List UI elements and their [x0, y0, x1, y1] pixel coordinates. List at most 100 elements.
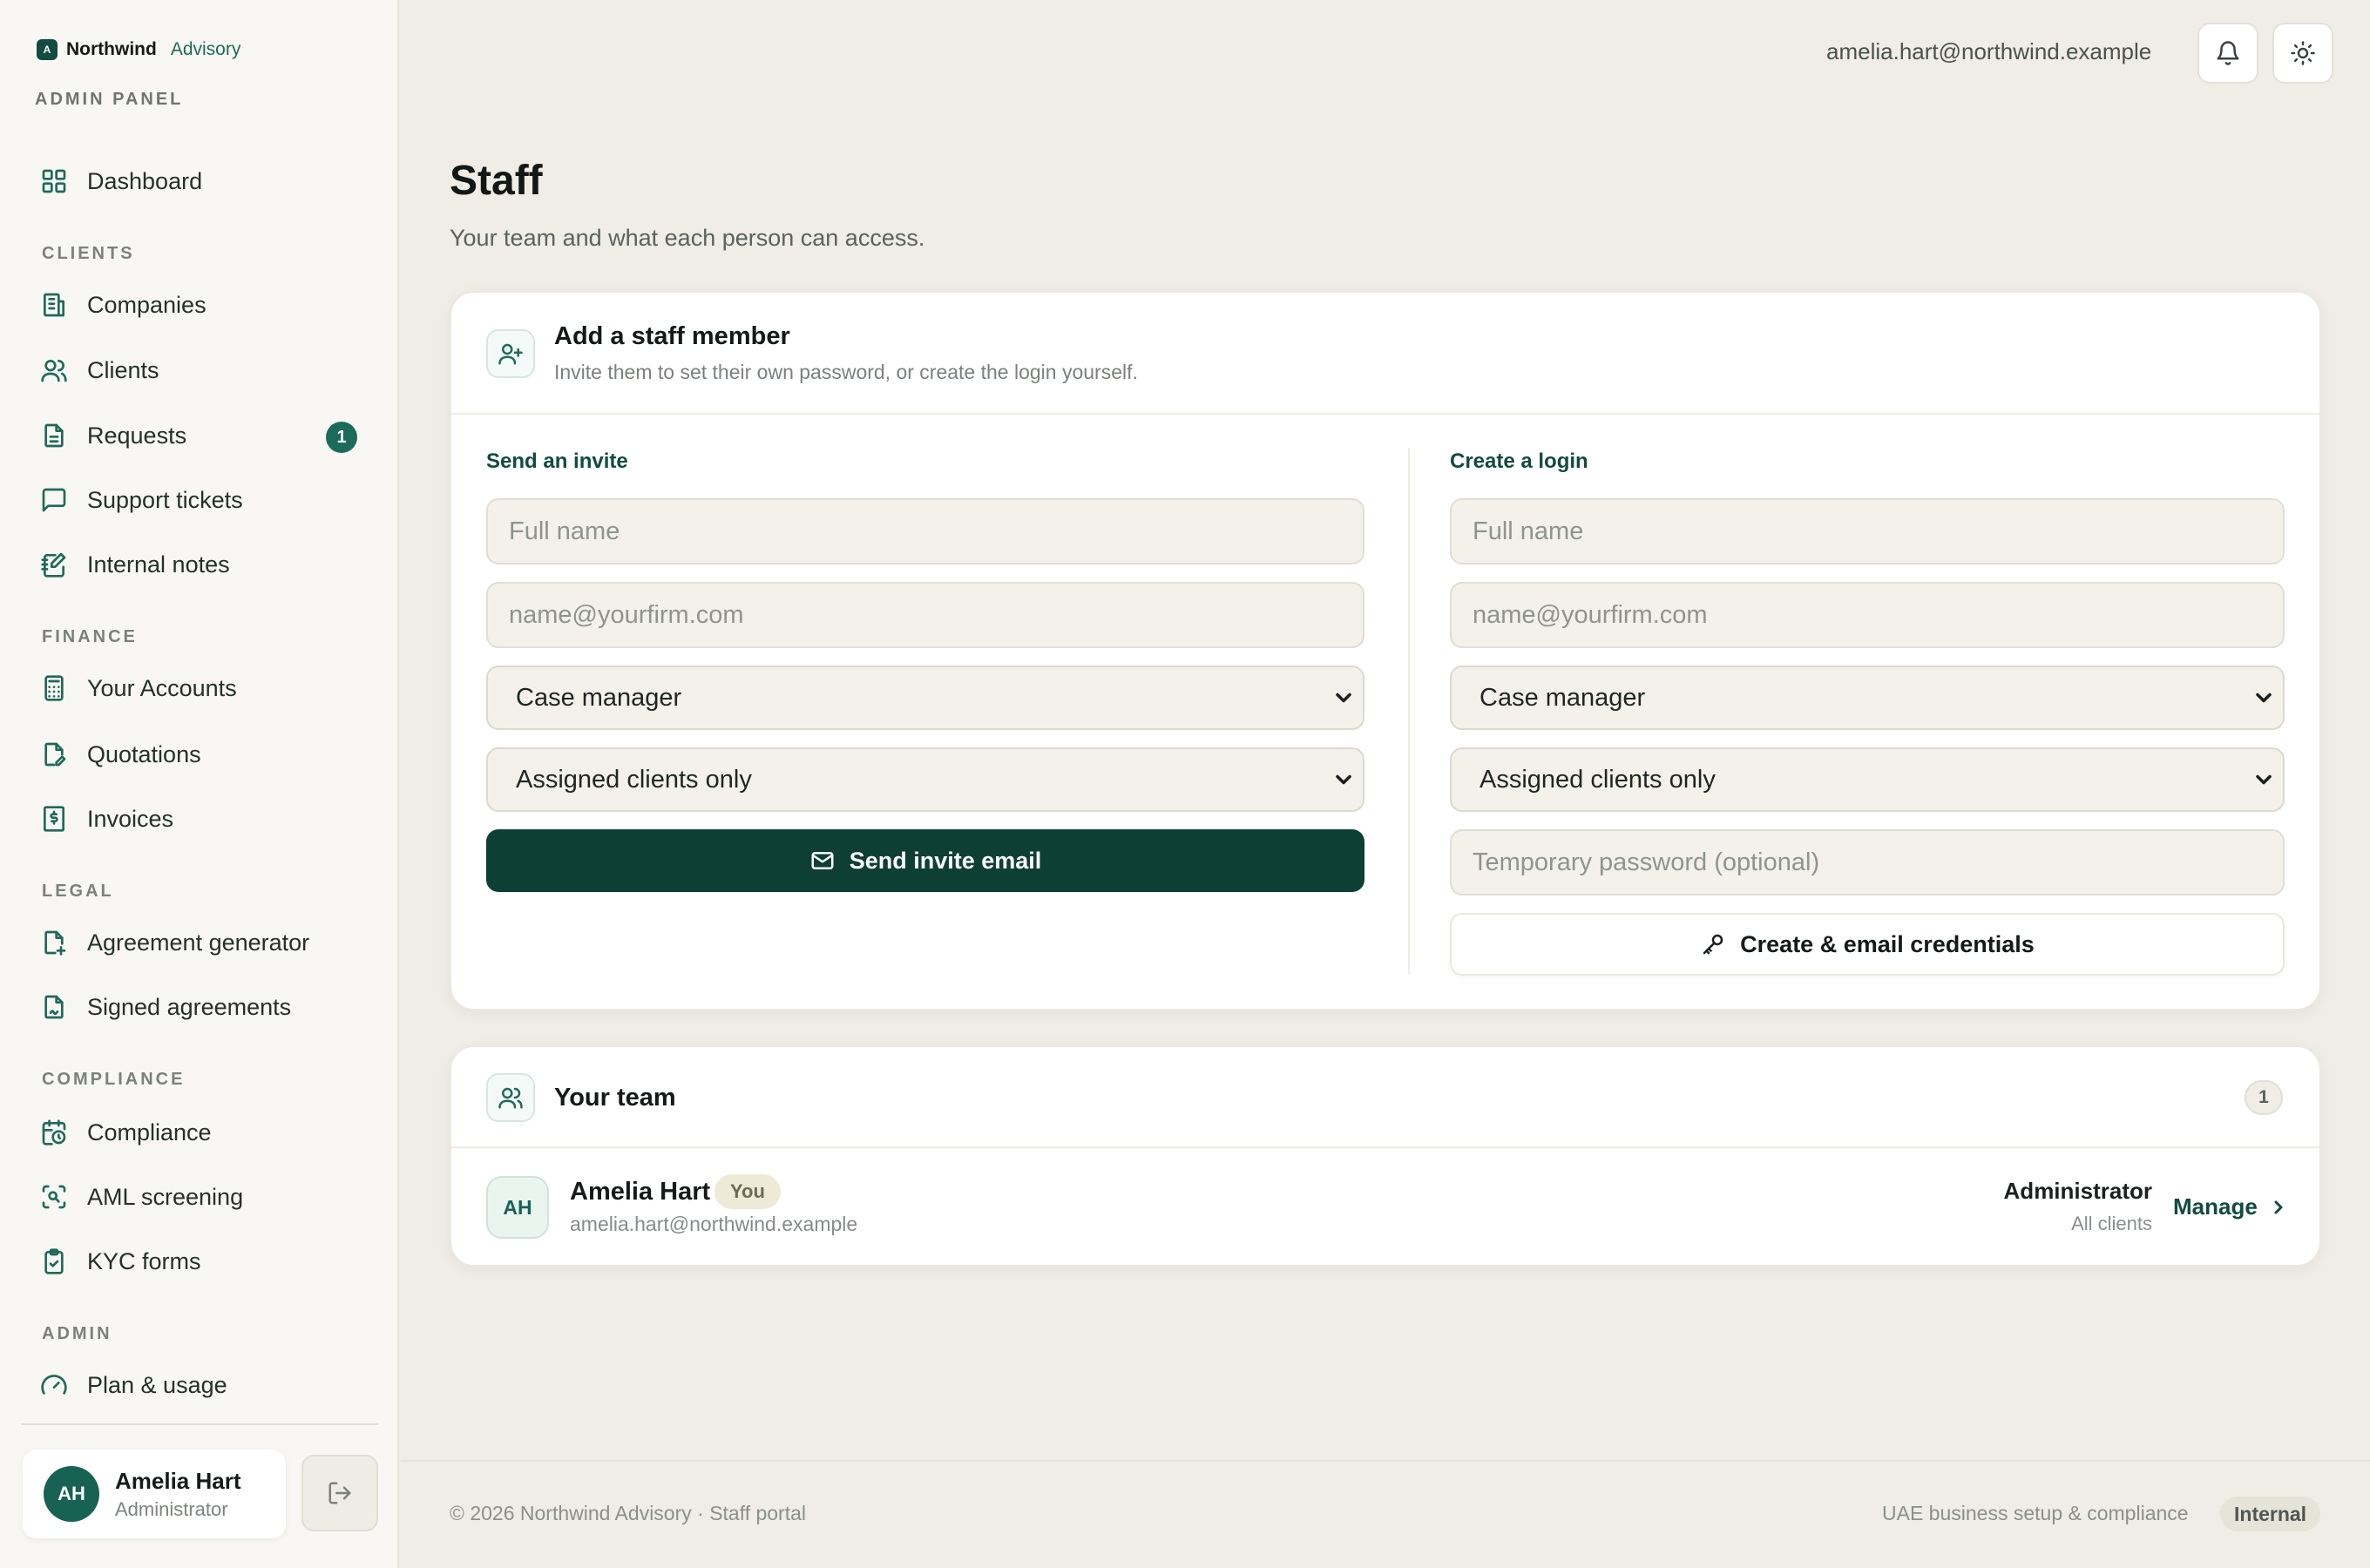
member-name: Amelia Hart — [570, 1178, 711, 1206]
nav-section-clients: CLIENTS — [42, 244, 135, 263]
sidebar-item-label: Requests — [87, 422, 187, 449]
current-user-email: amelia.hart@northwind.example — [1826, 38, 2152, 64]
nav-section-legal: LEGAL — [42, 882, 114, 901]
sidebar-item-requests[interactable]: Requests 1 — [40, 416, 362, 455]
create-email-input[interactable] — [1450, 582, 2285, 648]
member-email: amelia.hart@northwind.example — [570, 1213, 858, 1235]
avatar: AH — [486, 1176, 549, 1239]
notifications-button[interactable] — [2197, 23, 2258, 84]
sidebar-item-label: Compliance — [87, 1119, 212, 1146]
calculator-icon — [44, 675, 64, 701]
you-badge: You — [714, 1174, 781, 1209]
footer-tagline: UAE business setup & compliance — [1882, 1502, 2189, 1524]
calendar-clock-icon — [42, 1119, 66, 1146]
brand-logo[interactable]: A Northwind Advisory — [37, 39, 240, 60]
page-title: Staff — [450, 158, 543, 204]
team-count-badge: 1 — [2245, 1080, 2283, 1115]
send-invite-button[interactable]: Send invite email — [486, 829, 1364, 892]
sidebar-item-support-tickets[interactable]: Support tickets — [40, 481, 362, 519]
mail-icon — [811, 852, 834, 869]
create-credentials-button[interactable]: Create & email credentials — [1450, 913, 2285, 976]
bell-icon — [2217, 41, 2239, 65]
team-card: Your team 1 AH Amelia Hart You amelia.ha… — [450, 1045, 2321, 1267]
sidebar-item-label: Internal notes — [87, 551, 230, 578]
page-subtitle: Your team and what each person can acces… — [450, 225, 925, 251]
sidebar-item-clients[interactable]: Clients — [40, 351, 362, 389]
create-role-select[interactable]: Case manager — [1450, 666, 2285, 730]
chevron-down-icon — [2256, 774, 2272, 785]
sidebar-item-internal-notes[interactable]: Internal notes — [40, 545, 362, 584]
sidebar-item-quotations[interactable]: Quotations — [40, 735, 362, 774]
column-divider — [1408, 448, 1410, 974]
sidebar-divider — [21, 1423, 378, 1425]
add-staff-subtitle: Invite them to set their own password, o… — [554, 361, 1138, 383]
receipt-icon — [44, 806, 64, 832]
user-name: Amelia Hart — [115, 1467, 241, 1494]
internal-badge: Internal — [2220, 1497, 2321, 1531]
create-login-section-label: Create a login — [1450, 449, 1588, 473]
manage-label: Manage — [2173, 1193, 2258, 1220]
sidebar-item-kyc-forms[interactable]: KYC forms — [40, 1242, 362, 1281]
sidebar-item-label: Companies — [87, 291, 207, 318]
users-icon — [486, 1073, 535, 1122]
panel-label: ADMIN PANEL — [35, 90, 184, 109]
footer-copyright: © 2026 Northwind Advisory · Staff portal — [450, 1502, 807, 1524]
sidebar-item-label: Your Accounts — [87, 674, 237, 701]
brand-sub: Advisory — [170, 39, 241, 59]
sidebar-item-compliance[interactable]: Compliance — [40, 1113, 362, 1152]
invite-role-select[interactable]: Case manager — [486, 666, 1364, 730]
invite-section-label: Send an invite — [486, 449, 628, 473]
chevron-down-icon — [2256, 693, 2272, 703]
sidebar-item-plan-usage[interactable]: Plan & usage — [40, 1366, 362, 1404]
sidebar-item-label: Dashboard — [87, 167, 203, 194]
sidebar-item-label: KYC forms — [87, 1247, 201, 1274]
users-icon — [41, 360, 67, 382]
sidebar-item-companies[interactable]: Companies — [40, 286, 362, 324]
card-divider — [451, 413, 2319, 415]
sidebar-item-label: Support tickets — [87, 486, 243, 513]
invite-full-name-input[interactable] — [486, 498, 1364, 564]
sidebar-item-label: Signed agreements — [87, 993, 292, 1020]
sidebar-item-your-accounts[interactable]: Your Accounts — [40, 669, 362, 707]
member-role: Administrator — [2003, 1178, 2152, 1204]
brand-name: Northwind — [66, 39, 157, 59]
sidebar-item-invoices[interactable]: Invoices — [40, 800, 362, 838]
invite-email-input[interactable] — [486, 582, 1364, 648]
sidebar-item-label: Agreement generator — [87, 929, 310, 956]
sidebar-item-label: Invoices — [87, 805, 174, 832]
sidebar-user-card[interactable]: AH Amelia Hart Administrator — [23, 1450, 286, 1538]
sun-icon — [2291, 41, 2315, 65]
theme-toggle-button[interactable] — [2272, 23, 2333, 84]
temporary-password-input[interactable] — [1450, 829, 2285, 896]
brand-mark-icon: A — [37, 39, 58, 60]
member-scope: All clients — [2071, 1213, 2152, 1234]
sidebar-item-agreement-generator[interactable]: Agreement generator — [40, 923, 362, 962]
nav-section-compliance: COMPLIANCE — [42, 1070, 186, 1089]
sidebar-item-dashboard[interactable]: Dashboard — [40, 162, 362, 200]
file-plus-icon — [44, 930, 66, 956]
scan-search-icon — [42, 1185, 66, 1209]
logout-icon — [328, 1482, 351, 1504]
nav-section-finance: FINANCE — [42, 627, 138, 646]
gauge-icon — [41, 1375, 67, 1395]
create-full-name-input[interactable] — [1450, 498, 2285, 564]
sidebar: A Northwind Advisory ADMIN PANEL Dashboa… — [0, 0, 399, 1568]
file-pen-icon — [44, 742, 66, 767]
card-divider — [451, 1146, 2319, 1148]
logout-button[interactable] — [301, 1455, 378, 1531]
sidebar-item-aml-screening[interactable]: AML screening — [40, 1178, 362, 1216]
user-plus-icon — [486, 329, 535, 378]
select-value: Case manager — [1480, 683, 1646, 712]
sidebar-item-label: Plan & usage — [87, 1371, 227, 1398]
sidebar-item-signed-agreements[interactable]: Signed agreements — [40, 988, 362, 1026]
select-value: Assigned clients only — [516, 765, 752, 794]
user-role: Administrator — [115, 1497, 228, 1520]
create-access-select[interactable]: Assigned clients only — [1450, 747, 2285, 812]
grid-icon — [42, 169, 66, 193]
chevron-down-icon — [1336, 774, 1351, 785]
chevron-right-icon — [2274, 1200, 2283, 1213]
message-square-icon — [42, 488, 66, 512]
invite-access-select[interactable]: Assigned clients only — [486, 747, 1364, 812]
notebook-pen-icon — [41, 552, 66, 578]
manage-member-link[interactable]: Manage — [2173, 1193, 2289, 1220]
